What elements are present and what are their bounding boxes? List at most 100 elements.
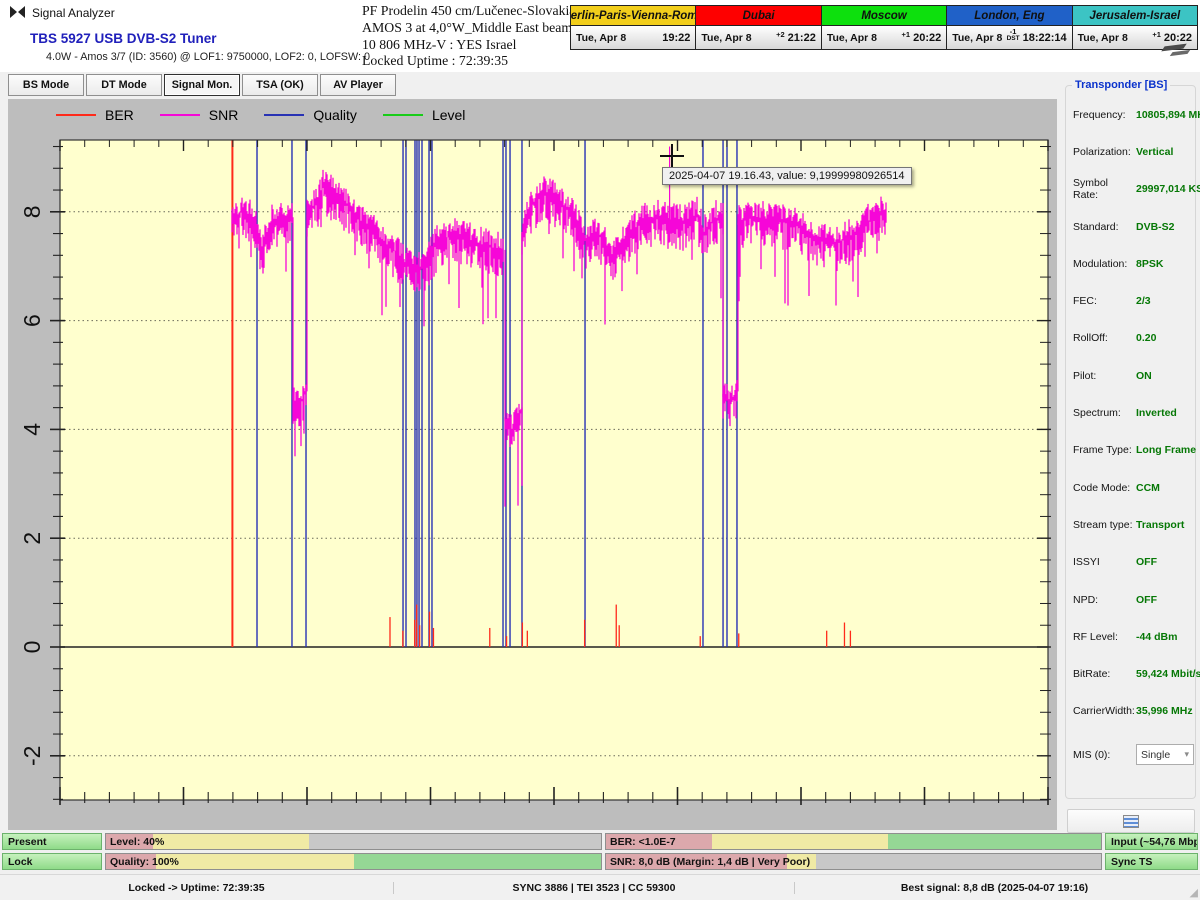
tab-tsa-ok[interactable]: TSA (OK) <box>242 74 318 96</box>
level-bar-label: Level: 40% <box>110 836 164 848</box>
transponder-row-label: Spectrum: <box>1073 407 1136 419</box>
clock-datetime: Tue, Apr 8+221:22 <box>696 26 820 49</box>
progress-segment <box>156 854 354 869</box>
clock-utc-offset: -1DST <box>1007 28 1023 48</box>
transponder-row-label: RF Level: <box>1073 631 1136 643</box>
note-line: 10 806 MHz-V : YES Israel <box>362 37 575 54</box>
note-line: PF Prodelin 450 cm/Lučenec-Slovakia <box>362 3 575 20</box>
tab-bs-mode[interactable]: BS Mode <box>8 74 84 96</box>
transponder-row-value: ON <box>1136 370 1152 382</box>
clock-offset-value: +1 <box>1152 31 1161 38</box>
transponder-row-value: 10805,894 MHz <box>1136 109 1200 121</box>
mis-row: MIS (0): Single ▾ <box>1066 736 1195 773</box>
progress-segment <box>712 834 888 849</box>
clock-time: 20:22 <box>1164 32 1192 44</box>
world-clocks-widget: Berlin-Paris-Vienna-Roma Tue, Apr 8 19:22 D… <box>570 5 1198 50</box>
app-icon <box>10 6 25 19</box>
transponder-row: Pilot:ON <box>1066 357 1195 394</box>
statusbar-uptime: Locked -> Uptime: 72:39:35 <box>0 882 393 894</box>
lock-badge: Lock <box>2 853 102 870</box>
signal-monitor-chart[interactable]: BERSNRQualityLevel 86420-2 2025-04-07 19… <box>8 99 1057 830</box>
transponder-row-label: Code Mode: <box>1073 482 1136 494</box>
transponder-row-label: BitRate: <box>1073 668 1136 680</box>
transponder-row-label: CarrierWidth: <box>1073 705 1136 717</box>
transponder-row-value: Vertical <box>1136 146 1173 158</box>
ber-progress-bar: BER: <1.0E-7 <box>605 833 1102 850</box>
progress-segment <box>888 834 1101 849</box>
mode-tabbar: BS ModeDT ModeSignal Mon.TSA (OK)AV Play… <box>0 72 1200 99</box>
transponder-row-label: Stream type: <box>1073 519 1136 531</box>
clock-date: Tue, Apr 8 <box>576 32 626 44</box>
svg-text:-2: -2 <box>19 746 45 766</box>
transponder-row: RF Level:-44 dBm <box>1066 618 1195 655</box>
transponder-title: Transponder [BS] <box>1072 79 1170 91</box>
resize-grip-icon[interactable]: ◢ <box>1190 886 1198 899</box>
svg-text:6: 6 <box>19 314 45 327</box>
statusbar-sync-counters: SYNC 3886 | TEI 3523 | CC 59300 <box>393 882 794 894</box>
clock-offset-value: -1 <box>1007 28 1020 35</box>
transponder-row-value: OFF <box>1136 594 1157 606</box>
transponder-row-label: Symbol Rate: <box>1073 177 1136 201</box>
transponder-row: Standard:DVB-S2 <box>1066 208 1195 245</box>
list-icon <box>1123 815 1139 828</box>
transponder-row-value: OFF <box>1136 556 1157 568</box>
ber-bar-label: BER: <1.0E-7 <box>610 836 676 848</box>
transponder-row-value: 8PSK <box>1136 258 1163 270</box>
progress-segment <box>309 834 601 849</box>
note-line: AMOS 3 at 4,0°W_Middle East beam <box>362 20 575 37</box>
tab-av-player[interactable]: AV Player <box>320 74 396 96</box>
tab-dt-mode[interactable]: DT Mode <box>86 74 162 96</box>
clock-date: Tue, Apr 8 <box>1078 32 1128 44</box>
statusbar: Locked -> Uptime: 72:39:35 SYNC 3886 | T… <box>0 874 1200 900</box>
transponder-row: Stream type:Transport <box>1066 506 1195 543</box>
clock-city-label: London, Eng <box>947 6 1071 26</box>
transponder-row: Frame Type:Long Frame <box>1066 432 1195 469</box>
header: Signal Analyzer TBS 5927 USB DVB-S2 Tune… <box>0 0 1200 72</box>
clock-time: 19:22 <box>662 32 690 44</box>
clock-utc-offset: +1 <box>902 31 914 44</box>
details-button[interactable] <box>1067 809 1195 833</box>
statusbar-best-signal: Best signal: 8,8 dB (2025-04-07 19:16) <box>794 882 1194 894</box>
transponder-row-label: Modulation: <box>1073 258 1136 270</box>
svg-text:4: 4 <box>19 423 45 436</box>
signal-plot[interactable]: 86420-2 <box>8 99 1057 830</box>
transponder-row: Modulation:8PSK <box>1066 245 1195 282</box>
transponder-row-label: Pilot: <box>1073 370 1136 382</box>
transponder-row: ISSYIOFF <box>1066 544 1195 581</box>
transponder-row: Spectrum:Inverted <box>1066 394 1195 431</box>
transponder-row-value: CCM <box>1136 482 1160 494</box>
clock-city-label: Moscow <box>822 6 946 26</box>
clock-city-label: Jerusalem-Israel <box>1073 6 1197 26</box>
clock-3: London, Eng Tue, Apr 8 -1DST18:22:14 <box>947 6 1072 49</box>
transponder-row-label: Frame Type: <box>1073 444 1136 456</box>
clock-offset-note: DST <box>1007 35 1020 42</box>
tuner-name: TBS 5927 USB DVB-S2 Tuner <box>30 31 217 46</box>
clock-time: 20:22 <box>913 32 941 44</box>
transponder-row-value: -44 dBm <box>1136 631 1177 643</box>
clock-offset-value: +2 <box>776 31 785 38</box>
progress-segment <box>354 854 602 869</box>
transponder-row-value: 35,996 MHz <box>1136 705 1193 717</box>
clock-date: Tue, Apr 8 <box>952 32 1002 44</box>
clock-widget-logo-icon <box>1160 43 1192 58</box>
transponder-row: FEC:2/3 <box>1066 282 1195 319</box>
clock-time: 21:22 <box>788 32 816 44</box>
transponder-row-value: 29997,014 KS/s <box>1136 183 1200 195</box>
crosshair-cursor-icon <box>660 144 684 168</box>
transponder-row: Symbol Rate:29997,014 KS/s <box>1066 171 1195 208</box>
clock-date: Tue, Apr 8 <box>827 32 877 44</box>
quality-progress-bar: Quality: 100% <box>105 853 602 870</box>
transponder-row-value: Inverted <box>1136 407 1177 419</box>
transponder-row-value: 59,424 Mbit/s <box>1136 668 1200 680</box>
transponder-row: NPD:OFF <box>1066 581 1195 618</box>
clock-2: Moscow Tue, Apr 8 +120:22 <box>822 6 947 49</box>
window-title: Signal Analyzer <box>32 6 115 20</box>
transponder-row: CarrierWidth:35,996 MHz <box>1066 693 1195 730</box>
tab-signal-mon[interactable]: Signal Mon. <box>164 74 240 96</box>
mis-dropdown[interactable]: Single ▾ <box>1136 744 1194 765</box>
transponder-row-label: FEC: <box>1073 295 1136 307</box>
clock-time: 18:22:14 <box>1023 32 1067 44</box>
transponder-row: Frequency:10805,894 MHz <box>1066 96 1195 133</box>
clock-city-label: Berlin-Paris-Vienna-Roma <box>571 6 695 26</box>
status-row-2: Lock Quality: 100% SNR: 8,0 dB (Margin: … <box>2 853 1198 870</box>
